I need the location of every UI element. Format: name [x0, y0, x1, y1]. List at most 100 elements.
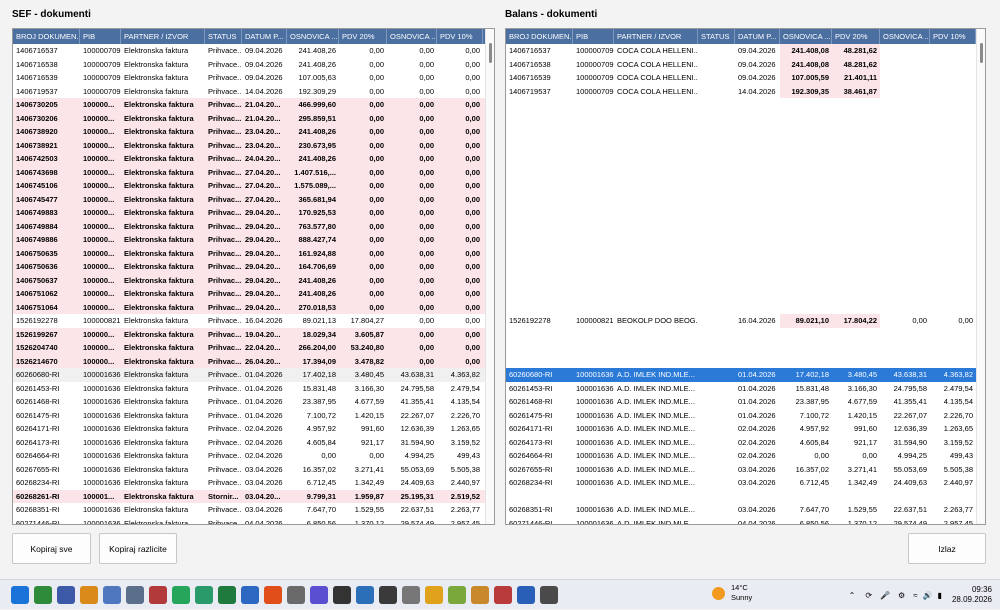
app-icon-12[interactable] [287, 585, 305, 604]
app-icon-11[interactable] [264, 585, 282, 604]
balans-col-header[interactable]: PDV 10% [930, 29, 976, 44]
balans-col-header[interactable]: PARTNER / IZVOR [614, 29, 698, 44]
table-row[interactable]: 1526192278 100000821 BEOKOLP DOO BEOG... 16… [506, 314, 985, 328]
balans-col-header[interactable]: OSNOVICA ... [880, 29, 930, 44]
app-icon-15[interactable] [356, 585, 374, 604]
table-row[interactable]: 60264171-RI 100001636 Elektronska faktura P… [13, 422, 494, 436]
balans-col-header[interactable]: STATUS [698, 29, 735, 44]
app-icon-7[interactable] [172, 585, 190, 604]
sef-col-header[interactable]: OSNOVICA ... [287, 29, 339, 44]
microphone-icon[interactable]: 🎤 [880, 591, 890, 600]
weather-widget[interactable]: 14°C Sunny [712, 583, 752, 603]
table-row[interactable]: 1406716537 100000709 Elektronska faktura Pr… [13, 44, 494, 58]
sef-col-header[interactable]: DATUM P... [242, 29, 287, 44]
app-icon-23[interactable] [540, 585, 558, 604]
sef-col-header[interactable]: OSNOVICA ... [387, 29, 437, 44]
table-row[interactable]: 1406716538 100000709 Elektronska faktura Pr… [13, 58, 494, 72]
table-row[interactable]: 60267655-RI 100001636 Elektronska faktura P… [13, 463, 494, 477]
sync-icon[interactable]: ⟳ [865, 591, 872, 600]
sef-grid[interactable]: BROJ DOKUMEN... PIB PARTNER / IZVOR STATUS D… [12, 28, 495, 525]
table-row[interactable]: 60271446-RI 100001636 A.D. IMLEK IND.MLE..… [506, 517, 985, 525]
chevron-up-icon[interactable]: ⌃ [849, 591, 856, 600]
table-row[interactable]: 1406742503 100000... Elektronska faktura Pr… [13, 152, 494, 166]
table-row[interactable]: 60261475-RI 100001636 A.D. IMLEK IND.MLE..… [506, 409, 985, 423]
table-row[interactable]: 1406716537 100000709 COCA COLA HELLENI... 0… [506, 44, 985, 58]
sef-col-header[interactable]: PDV 20% [339, 29, 387, 44]
balans-col-header[interactable]: PIB [573, 29, 614, 44]
app-icon-2[interactable] [57, 585, 75, 604]
table-row[interactable]: 1406719537 100000709 Elektronska faktura Pr… [13, 85, 494, 99]
app-icon-18[interactable] [425, 585, 443, 604]
app-icon-13[interactable] [310, 585, 328, 604]
sef-col-header[interactable]: PDV 10% [437, 29, 483, 44]
wifi-icon[interactable]: ≈ [913, 591, 917, 600]
balans-col-header[interactable]: BROJ DOKUMEN... [506, 29, 573, 44]
table-row[interactable]: 1406749883 100000... Elektronska faktura Pr… [13, 206, 494, 220]
volume-icon[interactable]: 🔊 [923, 591, 933, 600]
sef-col-header[interactable]: PIB [80, 29, 121, 44]
app-icon-6[interactable] [149, 585, 167, 604]
table-row[interactable]: 60261453-RI 100001636 Elektronska faktura P… [13, 382, 494, 396]
balans-grid[interactable]: BROJ DOKUMEN... PIB PARTNER / IZVOR STATUS D… [505, 28, 986, 525]
app-icon-8[interactable] [195, 585, 213, 604]
app-icon-16[interactable] [379, 585, 397, 604]
copy-all-button[interactable]: Kopiraj sve [12, 533, 91, 564]
table-row[interactable]: 1406750636 100000... Elektronska faktura Pr… [13, 260, 494, 274]
table-row[interactable]: 1526192278 100000821 Elektronska faktura Pr… [13, 314, 494, 328]
table-row[interactable]: 1406738920 100000... Elektronska faktura Pr… [13, 125, 494, 139]
app-icon-21[interactable] [494, 585, 512, 604]
table-row[interactable]: 1406745106 100000... Elektronska faktura Pr… [13, 179, 494, 193]
sef-scroll-thumb[interactable] [489, 43, 492, 63]
table-row[interactable]: 1526199267 100000... Elektronska faktura Pr… [13, 327, 494, 341]
table-row[interactable]: 60264173-RI 100001636 A.D. IMLEK IND.MLE..… [506, 436, 985, 450]
table-row[interactable]: 60261453-RI 100001636 A.D. IMLEK IND.MLE..… [506, 382, 985, 396]
table-row[interactable]: 60264173-RI 100001636 Elektronska faktura P… [13, 436, 494, 450]
table-row[interactable]: 60268261-RI 100001... Elektronska faktura S… [13, 489, 494, 503]
table-row[interactable]: 60267655-RI 100001636 A.D. IMLEK IND.MLE..… [506, 463, 985, 477]
table-row[interactable]: 60264171-RI 100001636 A.D. IMLEK IND.MLE..… [506, 422, 985, 436]
balans-col-header[interactable]: PDV 20% [832, 29, 880, 44]
table-row[interactable]: 1406749884 100000... Elektronska faktura Pr… [13, 219, 494, 233]
sef-col-header[interactable]: PARTNER / IZVOR [121, 29, 205, 44]
table-row[interactable]: 60260680-RI 100001636 Elektronska faktura P… [13, 368, 494, 382]
app-icon-17[interactable] [402, 585, 420, 604]
app-icon-20[interactable] [471, 585, 489, 604]
app-icon-4[interactable] [103, 585, 121, 604]
windows-start-icon[interactable] [11, 585, 29, 604]
table-row[interactable]: 1406750637 100000... Elektronska faktura Pr… [13, 273, 494, 287]
sef-col-header[interactable]: BROJ DOKUMEN... [13, 29, 80, 44]
balans-scroll-thumb[interactable] [980, 43, 983, 63]
balans-col-header[interactable]: DATUM P... [735, 29, 780, 44]
table-row[interactable]: 60268351-RI 100001636 Elektronska faktura P… [13, 503, 494, 517]
table-row[interactable]: 60261475-RI 100001636 Elektronska faktura P… [13, 409, 494, 423]
app-icon-1[interactable] [34, 585, 52, 604]
table-row[interactable]: 60261468-RI 100001636 Elektronska faktura P… [13, 395, 494, 409]
table-row[interactable]: 1406751064 100000... Elektronska faktura Pr… [13, 300, 494, 314]
sef-col-header[interactable]: STATUS [205, 29, 242, 44]
table-row[interactable]: 1406738921 100000... Elektronska faktura Pr… [13, 138, 494, 152]
table-row[interactable]: 60261468-RI 100001636 A.D. IMLEK IND.MLE..… [506, 395, 985, 409]
balans-vertical-scrollbar[interactable] [976, 29, 985, 524]
app-icon-14[interactable] [333, 585, 351, 604]
table-row[interactable]: 1406716539 100000709 COCA COLA HELLENI... 0… [506, 71, 985, 85]
app-icon-9[interactable] [218, 585, 236, 604]
battery-icon[interactable]: ▮ [938, 591, 942, 600]
table-row[interactable]: 1406743698 100000... Elektronska faktura Pr… [13, 165, 494, 179]
balans-col-header[interactable]: OSNOVICA ... [780, 29, 832, 44]
table-row[interactable]: 60268351-RI 100001636 A.D. IMLEK IND.MLE..… [506, 503, 985, 517]
table-row[interactable]: 60260680-RI 100001636 A.D. IMLEK IND.MLE..… [506, 368, 985, 382]
copy-different-button[interactable]: Kopiraj razlicite [99, 533, 177, 564]
table-row[interactable]: 1406730205 100000... Elektronska faktura Pr… [13, 98, 494, 112]
table-row[interactable]: 1406751062 100000... Elektronska faktura Pr… [13, 287, 494, 301]
table-row[interactable]: 1406716539 100000709 Elektronska faktura Pr… [13, 71, 494, 85]
table-row[interactable]: 1406745477 100000... Elektronska faktura Pr… [13, 192, 494, 206]
table-row[interactable]: 60268234-RI 100001636 Elektronska faktura P… [13, 476, 494, 490]
table-row[interactable]: 1406750635 100000... Elektronska faktura Pr… [13, 246, 494, 260]
table-row[interactable]: 60264664-RI 100001636 A.D. IMLEK IND.MLE..… [506, 449, 985, 463]
app-icon-5[interactable] [126, 585, 144, 604]
table-row[interactable]: 60264664-RI 100001636 Elektronska faktura P… [13, 449, 494, 463]
app-icon-3[interactable] [80, 585, 98, 604]
table-row[interactable]: 1526214670 100000... Elektronska faktura Pr… [13, 354, 494, 368]
app-icon-10[interactable] [241, 585, 259, 604]
table-row[interactable]: 1526204740 100000... Elektronska faktura Pr… [13, 341, 494, 355]
